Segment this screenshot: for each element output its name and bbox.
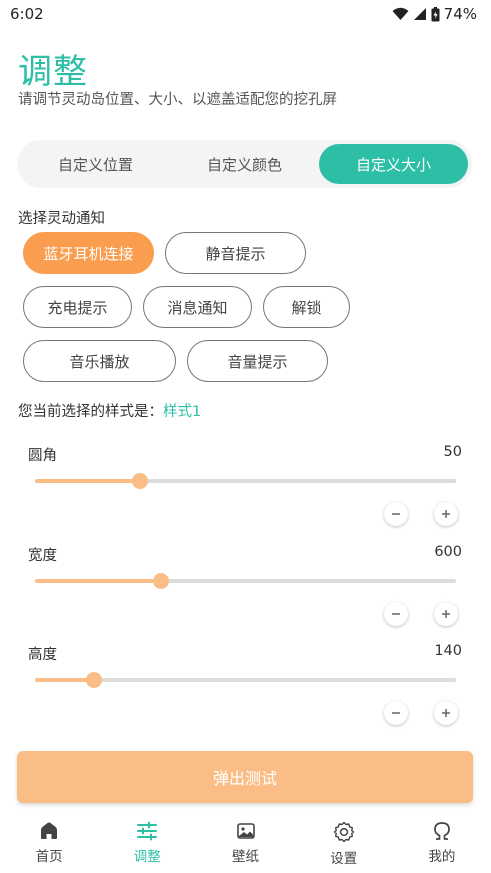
- slider-label: 高度: [28, 647, 57, 663]
- signal-icon: [413, 7, 427, 21]
- image-icon: [236, 823, 255, 839]
- slider-track[interactable]: [35, 573, 456, 589]
- section-label: 选择灵动通知: [18, 211, 105, 227]
- plus-icon: [442, 610, 450, 618]
- chip-music-playback[interactable]: 音乐播放: [23, 340, 176, 382]
- tab-custom-color[interactable]: 自定义颜色: [170, 144, 319, 184]
- tab-bar: 自定义位置 自定义颜色 自定义大小: [17, 140, 472, 188]
- plus-icon: [442, 510, 450, 518]
- decrement-button[interactable]: [384, 701, 408, 725]
- slider-fill: [35, 479, 141, 483]
- slider-thumb[interactable]: [132, 473, 149, 489]
- sliders-icon: [137, 821, 158, 841]
- increment-button[interactable]: [434, 502, 458, 526]
- decrement-button[interactable]: [384, 602, 408, 626]
- gear-icon: [333, 821, 354, 843]
- bottom-nav: 首页 调整 壁纸 设置 我的: [0, 811, 491, 873]
- nav-label: 首页: [35, 849, 63, 865]
- battery-level: 74%: [443, 5, 477, 23]
- current-style-prefix: 您当前选择的样式是：: [18, 404, 163, 420]
- chip-bluetooth-headset[interactable]: 蓝牙耳机连接: [23, 232, 154, 274]
- nav-item-profile[interactable]: 我的: [393, 811, 491, 873]
- wifi-icon: [392, 7, 409, 21]
- minus-icon: [392, 712, 400, 714]
- minus-icon: [392, 613, 400, 615]
- home-icon: [41, 822, 58, 839]
- slider-thumb[interactable]: [85, 672, 102, 688]
- chip-mute-prompt[interactable]: 静音提示: [165, 232, 306, 274]
- tab-custom-size[interactable]: 自定义大小: [319, 144, 468, 184]
- increment-button[interactable]: [434, 701, 458, 725]
- status-icons: 74%: [392, 5, 477, 23]
- chip-unlock[interactable]: 解锁: [263, 286, 350, 328]
- nav-label: 设置: [330, 851, 358, 867]
- plus-icon: [442, 709, 450, 717]
- slider-thumb[interactable]: [153, 573, 170, 589]
- slider-value: 50: [443, 444, 462, 460]
- decrement-button[interactable]: [384, 502, 408, 526]
- page-subtitle: 请调节灵动岛位置、大小、以遮盖适配您的挖孔屏: [18, 92, 337, 108]
- slider-value: 140: [434, 643, 462, 659]
- user-icon: [434, 822, 450, 840]
- tab-custom-position[interactable]: 自定义位置: [21, 144, 170, 184]
- nav-label: 调整: [133, 849, 161, 865]
- slider-track[interactable]: [35, 473, 456, 489]
- page-title: 调整: [18, 52, 88, 92]
- increment-button[interactable]: [434, 602, 458, 626]
- chip-volume-prompt[interactable]: 音量提示: [187, 340, 328, 382]
- slider-fill: [35, 579, 162, 583]
- nav-item-settings[interactable]: 设置: [295, 811, 393, 873]
- minus-icon: [392, 513, 400, 515]
- nav-item-wallpaper[interactable]: 壁纸: [196, 811, 294, 873]
- slider-label: 圆角: [28, 448, 57, 464]
- slider-value: 600: [434, 544, 462, 560]
- battery-icon: [431, 6, 440, 22]
- chip-charging-prompt[interactable]: 充电提示: [23, 286, 132, 328]
- slider-label: 宽度: [28, 548, 57, 564]
- status-time: 6:02: [10, 5, 44, 23]
- status-bar: 6:02 74%: [0, 0, 491, 28]
- chip-message-notification[interactable]: 消息通知: [143, 286, 252, 328]
- slider-track[interactable]: [35, 672, 456, 688]
- popup-test-button[interactable]: 弹出测试: [17, 751, 473, 803]
- nav-label: 我的: [428, 849, 456, 865]
- nav-label: 壁纸: [232, 849, 259, 865]
- current-style-value[interactable]: 样式1: [163, 404, 201, 420]
- current-style: 您当前选择的样式是：样式1: [18, 400, 201, 421]
- nav-item-home[interactable]: 首页: [0, 811, 98, 873]
- nav-item-adjust[interactable]: 调整: [98, 811, 196, 873]
